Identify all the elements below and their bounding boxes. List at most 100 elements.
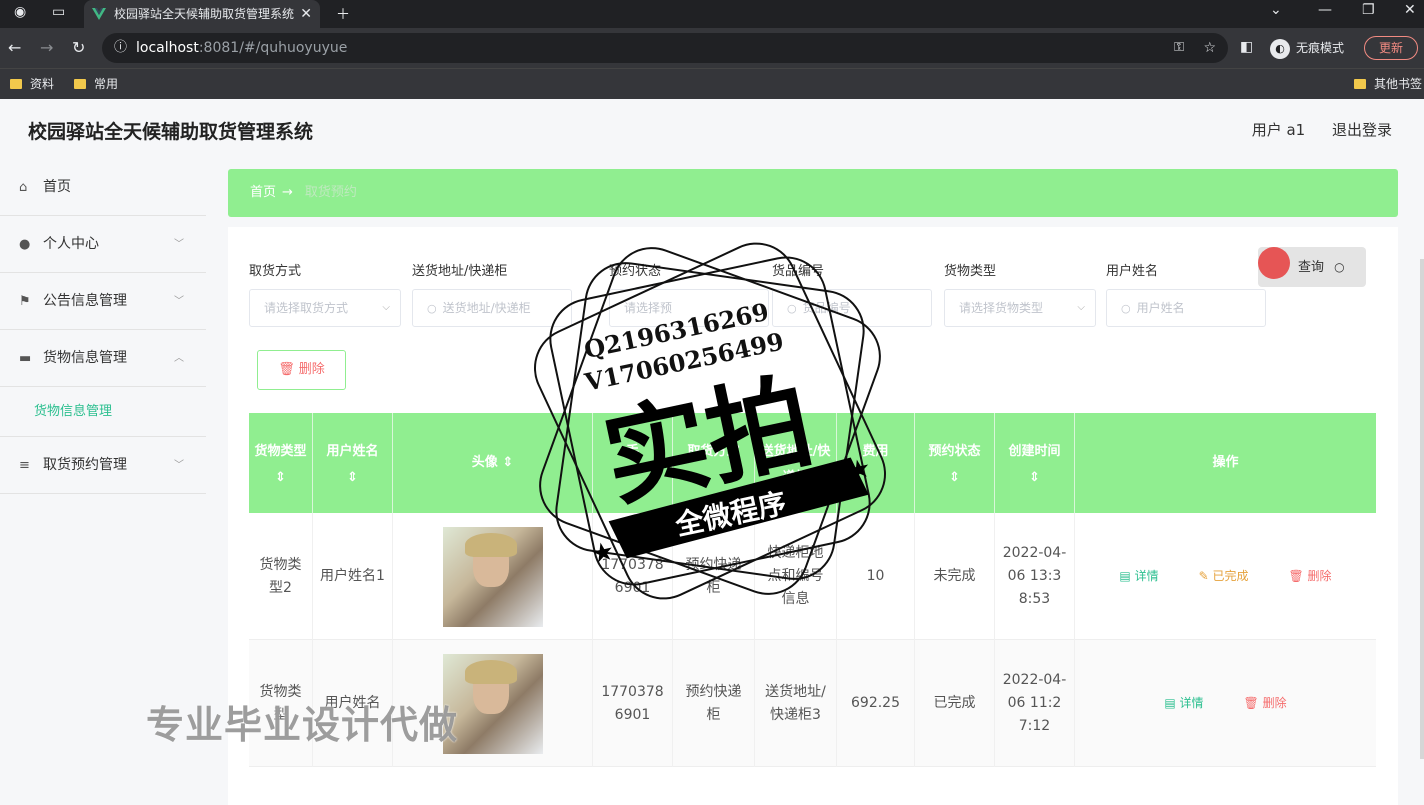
- sidebar: ⌂ 首页 ● 个人中心 ﹀ ⚑ 公告信息管理 ﹀ ▬ 货物信息管理 ︿ 货物信息…: [0, 159, 206, 494]
- vue-logo-icon: [92, 8, 106, 20]
- home-icon: ⌂: [19, 180, 28, 195]
- sort-icon[interactable]: ⇕: [1029, 470, 1040, 485]
- chevron-down-icon: ⌵: [1077, 302, 1085, 313]
- browser-tab[interactable]: 校园驿站全天候辅助取货管理系统 ✕: [84, 0, 320, 28]
- folder-icon: [1354, 79, 1366, 89]
- cell-status: 未完成: [915, 513, 995, 640]
- op-label: 已完成: [1212, 569, 1249, 583]
- header-label: 用户姓名: [326, 444, 379, 459]
- cell-fee: 692.25: [837, 640, 915, 767]
- user-icon: ●: [19, 237, 31, 252]
- chevron-down-icon[interactable]: ⌄: [1270, 2, 1282, 18]
- restore-icon[interactable]: ❐: [1362, 2, 1375, 18]
- sidebar-item-profile[interactable]: ● 个人中心 ﹀: [0, 216, 206, 273]
- edit-icon: ✎: [1198, 569, 1213, 583]
- cell-created: 2022-04-06 11:27:12: [995, 640, 1075, 767]
- chevron-down-icon: ⌵: [382, 302, 390, 313]
- batch-delete-button[interactable]: 🗑 删除: [257, 350, 346, 390]
- sidebar-item-notices[interactable]: ⚑ 公告信息管理 ﹀: [0, 273, 206, 330]
- user-area: 用户 a1 退出登录: [1230, 119, 1392, 140]
- cell-actions: ▤ 详情 🗑 删除: [1075, 640, 1376, 767]
- key-icon[interactable]: ⚿: [1174, 33, 1184, 63]
- bookmark-folder[interactable]: 资料: [10, 75, 54, 92]
- close-tab-icon[interactable]: ✕: [300, 0, 312, 28]
- cell-phone: 17703786901: [593, 640, 673, 767]
- delete-button[interactable]: 🗑 删除: [1244, 692, 1287, 715]
- delete-label: 删除: [298, 362, 325, 377]
- select-placeholder: 请选择货物类型: [959, 301, 1044, 315]
- sidebar-item-label: 取货预约管理: [43, 457, 127, 473]
- sidebar-item-goods[interactable]: ▬ 货物信息管理 ︿: [0, 330, 206, 387]
- info-icon[interactable]: ⓘ: [114, 33, 127, 63]
- header-label: 操作: [1212, 455, 1239, 470]
- incognito-indicator[interactable]: ◐ 无痕模式: [1270, 35, 1344, 61]
- header-label: 预约状态: [928, 444, 981, 459]
- sidebar-item-label: 货物信息管理: [43, 350, 127, 366]
- breadcrumb-arrow: →: [282, 185, 293, 200]
- detail-button[interactable]: ▤ 详情: [1119, 565, 1158, 588]
- address-bar[interactable]: ⓘ localhost:8081/#/quhuoyuyue ⚿ ☆: [102, 33, 1228, 63]
- sidebar-item-pickup[interactable]: ≡ 取货预约管理 ﹀: [0, 437, 206, 494]
- chevron-down-icon: ﹀: [174, 460, 184, 471]
- document-icon: ▤: [1119, 569, 1135, 583]
- sidepanel-icon[interactable]: ◧: [1240, 39, 1253, 55]
- goods-type-select[interactable]: 请选择货物类型 ⌵: [944, 289, 1096, 327]
- sidebar-item-label: 个人中心: [43, 236, 99, 252]
- bookmark-label: 资料: [30, 77, 55, 91]
- sort-icon[interactable]: ⇕: [275, 470, 286, 485]
- sidebar-subitem-goods[interactable]: 货物信息管理: [0, 387, 206, 437]
- chevron-up-icon: ︿: [174, 353, 184, 364]
- complete-button[interactable]: ✎ 已完成: [1199, 565, 1249, 588]
- window-close-icon[interactable]: ✕: [1404, 2, 1416, 18]
- cursor-click-indicator: [1258, 247, 1290, 279]
- sort-icon[interactable]: ⇕: [502, 455, 513, 470]
- cell-goods-type: 货物类型2: [249, 513, 313, 640]
- update-button[interactable]: 更新: [1364, 36, 1418, 60]
- breadcrumb-current: 取货预约: [304, 185, 357, 200]
- new-tab-icon[interactable]: ＋: [336, 4, 350, 24]
- other-bookmarks[interactable]: 其他书签: [1354, 75, 1422, 92]
- folder-icon: [10, 79, 22, 89]
- reload-icon[interactable]: ↻: [72, 38, 85, 57]
- user-name: 用户 a1: [1251, 121, 1306, 139]
- bookmark-label: 常用: [94, 77, 119, 91]
- pickup-method-select[interactable]: 请选择取货方式 ⌵: [249, 289, 401, 327]
- flag-icon: ⚑: [19, 294, 31, 309]
- query-label: 查询: [1298, 260, 1325, 275]
- tab-overview-icon[interactable]: ▭: [52, 4, 65, 20]
- breadcrumb: 首页 → 取货预约: [228, 169, 1398, 217]
- back-icon[interactable]: ←: [8, 38, 21, 57]
- column-header-user-name[interactable]: 用户姓名 ⇕: [313, 413, 393, 513]
- sort-icon[interactable]: ⇕: [949, 470, 960, 485]
- column-header-status[interactable]: 预约状态 ⇕: [915, 413, 995, 513]
- forward-icon[interactable]: →: [40, 38, 53, 57]
- minimize-icon[interactable]: —: [1318, 2, 1332, 18]
- bookmark-folder[interactable]: 常用: [74, 75, 118, 92]
- header-label: 货物类型: [254, 444, 307, 459]
- star-icon[interactable]: ☆: [1203, 33, 1216, 63]
- cell-user-name: 用户姓名1: [313, 513, 393, 640]
- chevron-down-icon: ﹀: [174, 296, 184, 307]
- document-icon: ▤: [1164, 696, 1180, 710]
- scrollbar[interactable]: [1420, 259, 1424, 759]
- cell-status: 已完成: [915, 640, 995, 767]
- filter-label: 用户姓名: [1106, 264, 1159, 279]
- sort-icon[interactable]: ⇕: [347, 470, 358, 485]
- user-name-input[interactable]: ○ 用户姓名: [1106, 289, 1266, 327]
- browser-menu-icon[interactable]: ◉: [14, 4, 26, 20]
- filter-label: 取货方式: [249, 264, 302, 279]
- trash-icon: 🗑: [278, 362, 295, 377]
- breadcrumb-home[interactable]: 首页: [250, 185, 276, 200]
- sidebar-item-home[interactable]: ⌂ 首页: [0, 159, 206, 216]
- header-label: 头像: [471, 455, 498, 470]
- logout-link[interactable]: 退出登录: [1332, 121, 1392, 139]
- op-label: 详情: [1179, 696, 1204, 710]
- delete-button[interactable]: 🗑 删除: [1288, 565, 1331, 588]
- star-icon: ★: [588, 536, 617, 570]
- other-bookmarks-label: 其他书签: [1374, 77, 1423, 91]
- detail-button[interactable]: ▤ 详情: [1164, 692, 1203, 715]
- column-header-created[interactable]: 创建时间 ⇕: [995, 413, 1075, 513]
- filter-label: 送货地址/快递柜: [412, 264, 508, 279]
- column-header-goods-type[interactable]: 货物类型 ⇕: [249, 413, 313, 513]
- input-placeholder: 送货地址/快递柜: [442, 301, 531, 315]
